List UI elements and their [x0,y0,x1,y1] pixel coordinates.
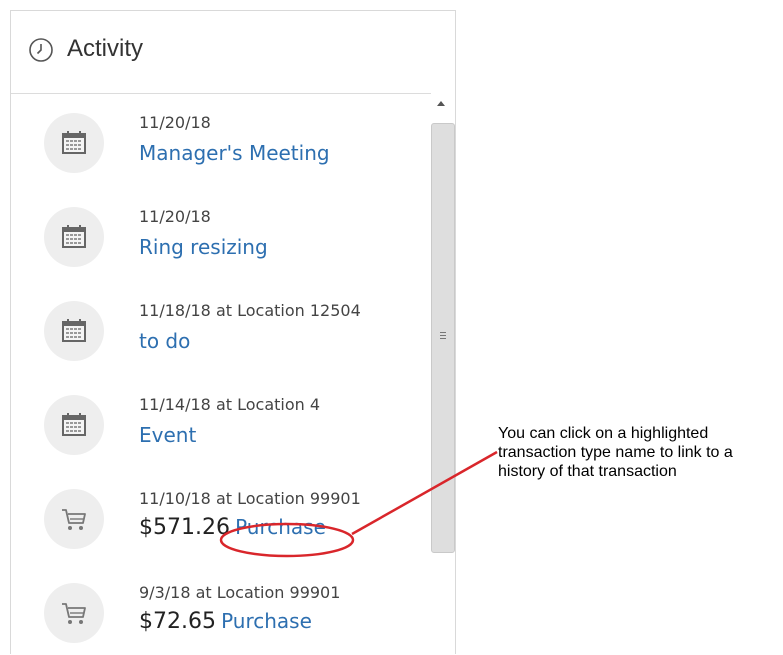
callout-text: You can click on a highlighted transacti… [498,425,733,480]
annotation-overlay [219,450,498,558]
highlight-ellipse [219,522,355,558]
callout-line [351,450,498,536]
